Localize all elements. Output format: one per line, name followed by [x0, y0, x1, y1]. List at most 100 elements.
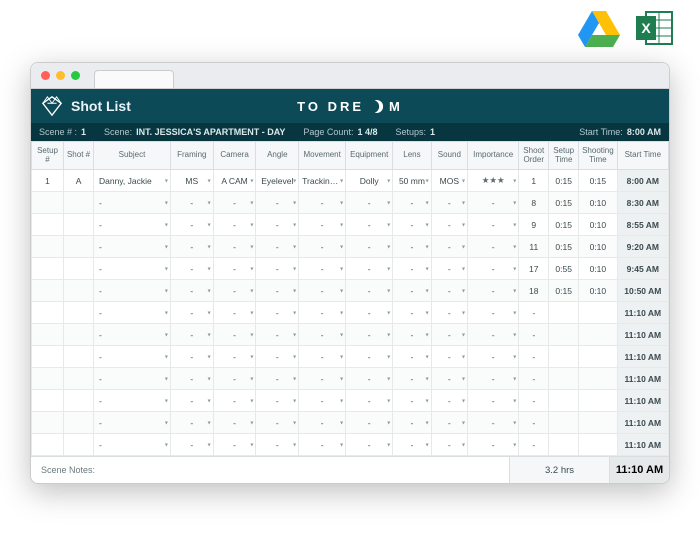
cell-order[interactable]: 11: [519, 236, 549, 258]
dropdown-caret-icon[interactable]: ▾: [208, 353, 211, 360]
cell-angle[interactable]: -▾: [256, 390, 299, 412]
cell-start[interactable]: 11:10 AM: [617, 412, 668, 434]
cell-camera[interactable]: -▾: [213, 346, 256, 368]
cell-start[interactable]: 11:10 AM: [617, 368, 668, 390]
cell-subject[interactable]: Danny, Jackie▾: [93, 170, 170, 192]
dropdown-caret-icon[interactable]: ▾: [340, 441, 343, 448]
cell-setup[interactable]: [32, 258, 64, 280]
cell-importance[interactable]: -▾: [468, 192, 519, 214]
dropdown-caret-icon[interactable]: ▾: [340, 177, 343, 184]
cell-shtime[interactable]: [579, 346, 617, 368]
dropdown-caret-icon[interactable]: ▾: [208, 375, 211, 382]
cell-angle[interactable]: -▾: [256, 214, 299, 236]
cell-framing[interactable]: -▾: [170, 368, 213, 390]
cell-start[interactable]: 9:20 AM: [617, 236, 668, 258]
cell-equipment[interactable]: -▾: [346, 302, 393, 324]
dropdown-caret-icon[interactable]: ▾: [513, 265, 516, 272]
cell-angle[interactable]: -▾: [256, 368, 299, 390]
cell-sound[interactable]: -▾: [431, 434, 467, 456]
dropdown-caret-icon[interactable]: ▾: [426, 397, 429, 404]
cell-setup[interactable]: [32, 346, 64, 368]
cell-shot[interactable]: [64, 258, 94, 280]
cell-camera[interactable]: -▾: [213, 324, 256, 346]
cell-framing[interactable]: -▾: [170, 236, 213, 258]
cell-lens[interactable]: 50 mm▾: [393, 170, 431, 192]
cell-subject[interactable]: -▾: [93, 324, 170, 346]
dropdown-caret-icon[interactable]: ▾: [462, 375, 465, 382]
dropdown-caret-icon[interactable]: ▾: [165, 331, 168, 338]
dropdown-caret-icon[interactable]: ▾: [387, 243, 390, 250]
cell-setup[interactable]: [32, 368, 64, 390]
cell-framing[interactable]: -▾: [170, 412, 213, 434]
dropdown-caret-icon[interactable]: ▾: [387, 353, 390, 360]
cell-angle[interactable]: -▾: [256, 280, 299, 302]
dropdown-caret-icon[interactable]: ▾: [208, 397, 211, 404]
dropdown-caret-icon[interactable]: ▾: [208, 243, 211, 250]
cell-stime[interactable]: 0:55: [549, 258, 579, 280]
dropdown-caret-icon[interactable]: ▾: [208, 441, 211, 448]
dropdown-caret-icon[interactable]: ▾: [208, 287, 211, 294]
cell-movement[interactable]: -▾: [299, 346, 346, 368]
cell-subject[interactable]: -▾: [93, 280, 170, 302]
cell-lens[interactable]: -▾: [393, 324, 431, 346]
cell-order[interactable]: 1: [519, 170, 549, 192]
col-header[interactable]: Sound: [431, 142, 467, 170]
cell-setup[interactable]: 1: [32, 170, 64, 192]
dropdown-caret-icon[interactable]: ▾: [340, 353, 343, 360]
dropdown-caret-icon[interactable]: ▾: [462, 353, 465, 360]
dropdown-caret-icon[interactable]: ▾: [208, 265, 211, 272]
cell-angle[interactable]: -▾: [256, 192, 299, 214]
cell-framing[interactable]: -▾: [170, 214, 213, 236]
cell-subject[interactable]: -▾: [93, 434, 170, 456]
cell-movement[interactable]: -▾: [299, 236, 346, 258]
cell-importance[interactable]: -▾: [468, 280, 519, 302]
cell-framing[interactable]: -▾: [170, 390, 213, 412]
dropdown-caret-icon[interactable]: ▾: [293, 243, 296, 250]
dropdown-caret-icon[interactable]: ▾: [387, 287, 390, 294]
dropdown-caret-icon[interactable]: ▾: [387, 177, 390, 184]
dropdown-caret-icon[interactable]: ▾: [250, 397, 253, 404]
dropdown-caret-icon[interactable]: ▾: [426, 177, 429, 184]
dropdown-caret-icon[interactable]: ▾: [513, 441, 516, 448]
cell-order[interactable]: 8: [519, 192, 549, 214]
dropdown-caret-icon[interactable]: ▾: [513, 397, 516, 404]
col-header[interactable]: Importance: [468, 142, 519, 170]
dropdown-caret-icon[interactable]: ▾: [462, 441, 465, 448]
close-dot[interactable]: [41, 71, 50, 80]
dropdown-caret-icon[interactable]: ▾: [250, 287, 253, 294]
dropdown-caret-icon[interactable]: ▾: [513, 199, 516, 206]
cell-shtime[interactable]: 0:15: [579, 170, 617, 192]
cell-setup[interactable]: [32, 412, 64, 434]
cell-camera[interactable]: -▾: [213, 258, 256, 280]
cell-order[interactable]: -: [519, 390, 549, 412]
cell-subject[interactable]: -▾: [93, 192, 170, 214]
dropdown-caret-icon[interactable]: ▾: [293, 397, 296, 404]
cell-stime[interactable]: 0:15: [549, 192, 579, 214]
cell-movement[interactable]: -▾: [299, 368, 346, 390]
cell-camera[interactable]: -▾: [213, 280, 256, 302]
cell-start[interactable]: 8:30 AM: [617, 192, 668, 214]
cell-order[interactable]: -: [519, 324, 549, 346]
dropdown-caret-icon[interactable]: ▾: [513, 221, 516, 228]
cell-shot[interactable]: [64, 302, 94, 324]
dropdown-caret-icon[interactable]: ▾: [208, 177, 211, 184]
dropdown-caret-icon[interactable]: ▾: [513, 331, 516, 338]
dropdown-caret-icon[interactable]: ▾: [165, 265, 168, 272]
cell-order[interactable]: -: [519, 302, 549, 324]
dropdown-caret-icon[interactable]: ▾: [462, 419, 465, 426]
cell-sound[interactable]: -▾: [431, 280, 467, 302]
dropdown-caret-icon[interactable]: ▾: [165, 221, 168, 228]
dropdown-caret-icon[interactable]: ▾: [387, 265, 390, 272]
cell-shtime[interactable]: 0:10: [579, 258, 617, 280]
dropdown-caret-icon[interactable]: ▾: [426, 353, 429, 360]
cell-angle[interactable]: -▾: [256, 236, 299, 258]
cell-camera[interactable]: A CAM▾: [213, 170, 256, 192]
cell-importance[interactable]: -▾: [468, 368, 519, 390]
cell-lens[interactable]: -▾: [393, 434, 431, 456]
dropdown-caret-icon[interactable]: ▾: [293, 177, 296, 184]
cell-setup[interactable]: [32, 434, 64, 456]
dropdown-caret-icon[interactable]: ▾: [340, 287, 343, 294]
dropdown-caret-icon[interactable]: ▾: [293, 419, 296, 426]
cell-angle[interactable]: -▾: [256, 434, 299, 456]
cell-lens[interactable]: -▾: [393, 236, 431, 258]
